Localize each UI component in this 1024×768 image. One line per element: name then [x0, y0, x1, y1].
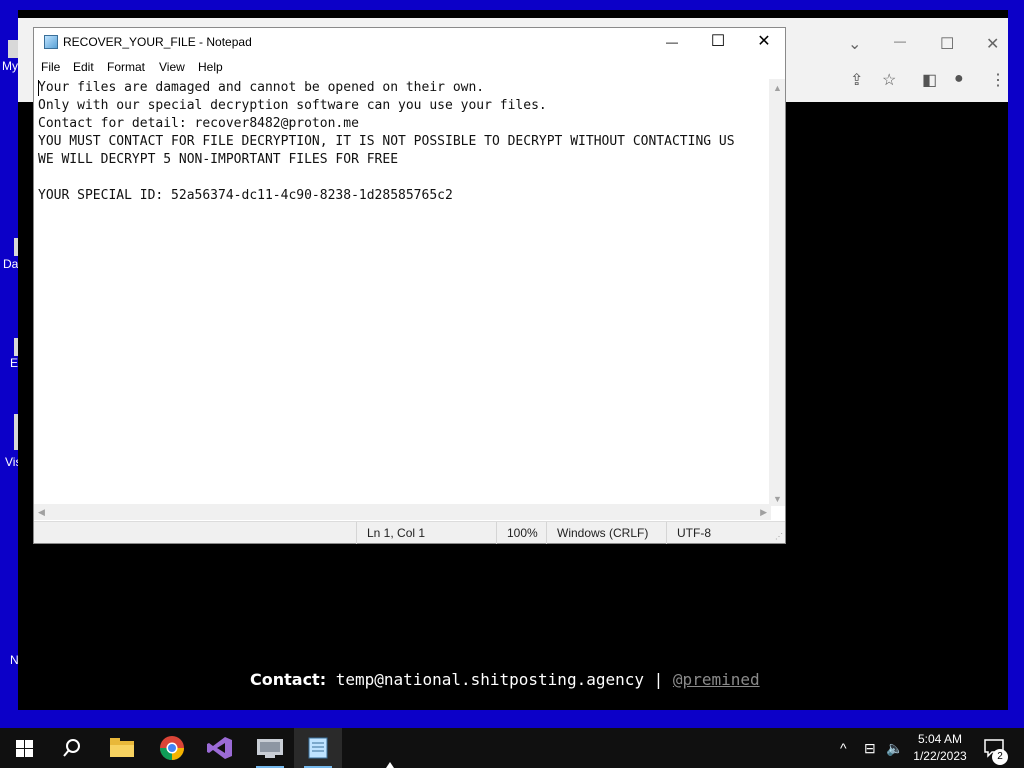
- start-button[interactable]: [0, 728, 48, 768]
- app-icon: [257, 739, 283, 758]
- footer-contact-label: Contact:: [250, 670, 327, 689]
- taskbar-app[interactable]: [246, 728, 294, 768]
- menu-format[interactable]: Format: [107, 60, 145, 74]
- page-footer: Contact: temp@national.shitposting.agenc…: [250, 670, 810, 689]
- menu-bar: File Edit Format View Help: [34, 56, 785, 78]
- menu-edit[interactable]: Edit: [73, 60, 94, 74]
- close-button[interactable]: ✕: [986, 34, 999, 54]
- desktop-icon-label: My: [2, 59, 18, 73]
- text-line: Contact for detail: recover8482@proton.m…: [38, 116, 359, 131]
- text-line: [38, 169, 771, 187]
- share-icon[interactable]: ⇪: [850, 70, 863, 90]
- notepad-window: RECOVER_YOUR_FILE - Notepad — ☐ ✕ File E…: [33, 27, 786, 544]
- notepad-icon: [44, 35, 58, 49]
- mouse-cursor-icon: [386, 762, 394, 768]
- footer-handle-link[interactable]: @premined: [673, 670, 760, 689]
- status-zoom: 100%: [496, 522, 546, 544]
- visual-studio-icon: [207, 737, 232, 759]
- notepad-icon: [308, 737, 328, 759]
- status-bar: Ln 1, Col 1 100% Windows (CRLF) UTF-8 ⋰: [34, 521, 786, 544]
- taskbar-chrome[interactable]: [148, 728, 196, 768]
- tab-search-icon[interactable]: ⌄: [848, 34, 861, 54]
- text-line: WE WILL DECRYPT 5 NON-IMPORTANT FILES FO…: [38, 152, 399, 167]
- scroll-right-arrow-icon[interactable]: ▶: [760, 507, 767, 518]
- vertical-scrollbar[interactable]: ▲ ▼: [769, 79, 785, 506]
- close-button[interactable]: ✕: [741, 28, 787, 56]
- side-panel-icon[interactable]: ◧: [922, 70, 937, 90]
- status-encoding: UTF-8: [666, 522, 786, 544]
- tray-overflow-chevron-icon[interactable]: ^: [840, 740, 847, 756]
- search-icon: [63, 739, 80, 757]
- chrome-icon: [160, 736, 184, 760]
- menu-view[interactable]: View: [159, 60, 185, 74]
- bookmark-star-icon[interactable]: ☆: [882, 70, 896, 90]
- taskbar-clock[interactable]: 5:04 AM 1/22/2023: [904, 731, 976, 765]
- volume-icon[interactable]: 🔈: [886, 740, 903, 757]
- search-button[interactable]: [48, 728, 96, 768]
- text-line: Only with our special decryption softwar…: [38, 98, 547, 113]
- minimize-button[interactable]: —: [649, 28, 695, 56]
- taskbar: ^ ⊟ 🔈 5:04 AM 1/22/2023 2: [0, 728, 1024, 768]
- text-line: YOU MUST CONTACT FOR FILE DECRYPTION, IT…: [38, 134, 735, 149]
- text-line: YOUR SPECIAL ID: 52a56374-dc11-4c90-8238…: [38, 188, 453, 203]
- status-line-ending: Windows (CRLF): [546, 522, 666, 544]
- notification-count-badge: 2: [992, 749, 1008, 765]
- menu-file[interactable]: File: [41, 60, 60, 74]
- horizontal-scrollbar[interactable]: ◀ ▶: [34, 504, 771, 520]
- scroll-up-arrow-icon[interactable]: ▲: [773, 83, 782, 93]
- text-editor[interactable]: Your files are damaged and cannot be ope…: [34, 79, 771, 506]
- maximize-button[interactable]: ☐: [695, 28, 741, 56]
- notepad-titlebar[interactable]: RECOVER_YOUR_FILE - Notepad — ☐ ✕: [34, 28, 785, 56]
- text-caret: [38, 80, 39, 96]
- maximize-button[interactable]: ☐: [940, 34, 954, 54]
- window-title: RECOVER_YOUR_FILE - Notepad: [63, 35, 252, 49]
- browser-menu-icon[interactable]: ⋮: [990, 70, 1006, 90]
- desktop-icon-label: Da: [3, 257, 19, 271]
- footer-separator: |: [653, 670, 664, 689]
- taskbar-file-explorer[interactable]: [98, 728, 146, 768]
- taskbar-notepad[interactable]: [294, 728, 342, 768]
- network-icon[interactable]: ⊟: [864, 740, 876, 757]
- windows-logo-icon: [16, 740, 33, 757]
- folder-icon: [110, 738, 134, 757]
- clock-date: 1/22/2023: [913, 749, 967, 763]
- resize-grip-icon[interactable]: ⋰: [775, 532, 783, 541]
- desktop-icon-label: E: [10, 356, 19, 370]
- scroll-down-arrow-icon[interactable]: ▼: [773, 494, 782, 504]
- footer-email: temp@national.shitposting.agency: [335, 670, 644, 689]
- taskbar-visual-studio[interactable]: [196, 728, 244, 768]
- profile-icon[interactable]: ●: [954, 70, 964, 88]
- status-cursor-position: Ln 1, Col 1: [356, 522, 496, 544]
- clock-time: 5:04 AM: [917, 732, 963, 746]
- text-line: Your files are damaged and cannot be ope…: [38, 80, 485, 95]
- minimize-button[interactable]: —: [894, 34, 906, 48]
- menu-help[interactable]: Help: [198, 60, 223, 74]
- scroll-left-arrow-icon[interactable]: ◀: [38, 507, 45, 518]
